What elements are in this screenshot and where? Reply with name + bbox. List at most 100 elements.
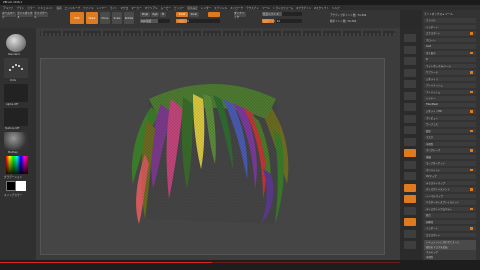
palette-item[interactable]: ファイル [424, 18, 476, 23]
menu-item[interactable]: マクロ [121, 6, 129, 10]
palette-item[interactable]: プレビュー [424, 115, 476, 120]
menu-item[interactable]: ドキュメント [38, 6, 54, 10]
menu-item[interactable]: ツール [262, 6, 270, 10]
slider-knob[interactable] [470, 207, 473, 210]
primary-color-swatch[interactable] [16, 181, 26, 191]
move-view-button[interactable] [404, 172, 416, 180]
xpose-button[interactable] [404, 241, 416, 249]
color-picker[interactable] [6, 156, 28, 174]
palette-bottom-item[interactable]: 周辺のマスクを反転 [424, 245, 476, 250]
xyz-button[interactable] [404, 149, 416, 157]
palette-item[interactable]: マスク [424, 135, 476, 140]
slider-knob[interactable] [470, 227, 473, 230]
palette-bottom-item[interactable]: ドキュメントに合わせてズーム [424, 240, 476, 245]
slider-knob[interactable] [470, 90, 473, 93]
move-button[interactable]: Move [100, 12, 110, 24]
menu-item[interactable]: Zスクリプト [314, 6, 329, 10]
palette-item[interactable]: ジオメトリHD [424, 109, 476, 114]
slider-knob[interactable] [470, 149, 473, 152]
palette-item[interactable]: アレイメッシュ [424, 83, 476, 88]
zsub-button[interactable]: Zsub [189, 12, 199, 17]
lsym-button[interactable] [404, 137, 416, 146]
palette-item[interactable]: ポリペイント [424, 167, 476, 172]
timeline-bar[interactable] [0, 262, 400, 263]
palette-item[interactable]: サーフェス [424, 122, 476, 127]
menu-item[interactable]: ピッカー [174, 6, 184, 10]
slider-knob[interactable] [470, 32, 473, 35]
menu-item[interactable]: ヘルプ [332, 6, 340, 10]
menu-item[interactable]: ブラシ [16, 6, 24, 10]
stroke-thumbnail[interactable] [4, 58, 28, 78]
actual-button[interactable] [404, 80, 416, 88]
transp-button[interactable] [404, 206, 416, 215]
slider-knob[interactable] [470, 51, 473, 54]
menu-item[interactable]: ストローク [230, 6, 243, 10]
viewport-canvas[interactable] [40, 58, 385, 255]
menu-item[interactable]: Zプラグイン [296, 6, 311, 10]
spix-button[interactable] [404, 45, 416, 54]
solo-button[interactable] [404, 229, 416, 238]
menu-item[interactable]: レンダー [201, 6, 211, 10]
palette-item[interactable]: インポート [424, 24, 476, 29]
palette-item[interactable]: R [424, 57, 476, 62]
alpha-thumbnail[interactable] [4, 84, 28, 102]
m-button[interactable]: M [160, 12, 166, 17]
zoom3d-button[interactable] [404, 183, 416, 192]
palette-item[interactable]: ライトボックス▸ツール [424, 63, 476, 68]
menu-item[interactable]: 環境設定 [187, 6, 197, 10]
frame-button[interactable] [404, 160, 416, 169]
palette-bottom-item[interactable]: マスキング [424, 250, 476, 255]
palette-item[interactable]: 全て表示 [424, 50, 476, 55]
palette-item[interactable]: 変形 [424, 128, 476, 133]
focal-toggle[interactable] [208, 12, 220, 17]
palette-item[interactable]: サブツール [424, 70, 476, 75]
palette-item[interactable]: FiberMesh [424, 102, 476, 107]
palette-item[interactable]: モーフターゲット [424, 161, 476, 166]
brush-thumbnail[interactable] [6, 34, 26, 52]
zoom-button[interactable] [404, 68, 416, 77]
palette-item[interactable]: GoZ [424, 44, 476, 49]
menu-item[interactable]: テクスチャ [246, 6, 259, 10]
material-thumbnail[interactable] [4, 132, 28, 150]
palette-bottom-item[interactable]: 可視性 [424, 255, 476, 260]
menu-item[interactable]: ファイル [83, 6, 93, 10]
palette-item[interactable]: 接触 [424, 154, 476, 159]
zadd-button[interactable]: Zadd [176, 12, 188, 17]
palette-item[interactable]: ノーマルマップ [424, 193, 476, 198]
slider-knob[interactable] [470, 71, 473, 74]
slider-knob[interactable] [470, 129, 473, 132]
edit-button[interactable]: Edit [70, 12, 84, 24]
liveboolean-button[interactable]: ライブブール [34, 12, 48, 19]
menu-item[interactable]: 描画 [56, 6, 61, 10]
menu-item[interactable]: マーカー [131, 6, 141, 10]
palette-item[interactable]: ポリグループ [424, 148, 476, 153]
mrgb-button[interactable]: Mrgb [140, 12, 150, 17]
rotate-button[interactable]: Rotate [124, 12, 134, 24]
palette-item[interactable]: ベクターディスプレイスメント [424, 200, 476, 205]
palette-item[interactable]: 初期化 [424, 219, 476, 224]
aahalf-button[interactable] [404, 91, 416, 100]
palette-item[interactable]: テクスチャマップ [424, 180, 476, 185]
palette-item[interactable]: 統合 [424, 213, 476, 218]
floor-button[interactable] [404, 114, 416, 123]
hair-model[interactable] [41, 59, 386, 256]
slider-knob[interactable] [470, 188, 473, 191]
palette-item[interactable]: エクスポート [424, 232, 476, 237]
switch-color-label[interactable]: スイッチカラー [4, 193, 22, 197]
palette-item[interactable]: UVマップ [424, 174, 476, 179]
draw-button[interactable]: Draw [86, 12, 98, 24]
ghost-button[interactable] [404, 218, 416, 226]
menu-item[interactable]: ライト [110, 6, 118, 10]
menu-item[interactable]: ステンシル [214, 6, 227, 10]
palette-item[interactable]: ナノメッシュ [424, 89, 476, 94]
rotate-view-button[interactable] [404, 195, 416, 203]
dynamic-button[interactable]: ダイナミック [234, 12, 246, 19]
home-button[interactable]: ホームページ [2, 12, 16, 19]
slider-knob[interactable] [470, 110, 473, 113]
palette-item[interactable]: 可視性 [424, 141, 476, 146]
palette-item[interactable]: ディスプレイスメント [424, 187, 476, 192]
palette-item[interactable]: エクスポート [424, 31, 476, 36]
scale-button[interactable]: Scale [112, 12, 122, 24]
secondary-color-swatch[interactable] [6, 181, 16, 191]
bpr-button[interactable] [404, 34, 416, 42]
